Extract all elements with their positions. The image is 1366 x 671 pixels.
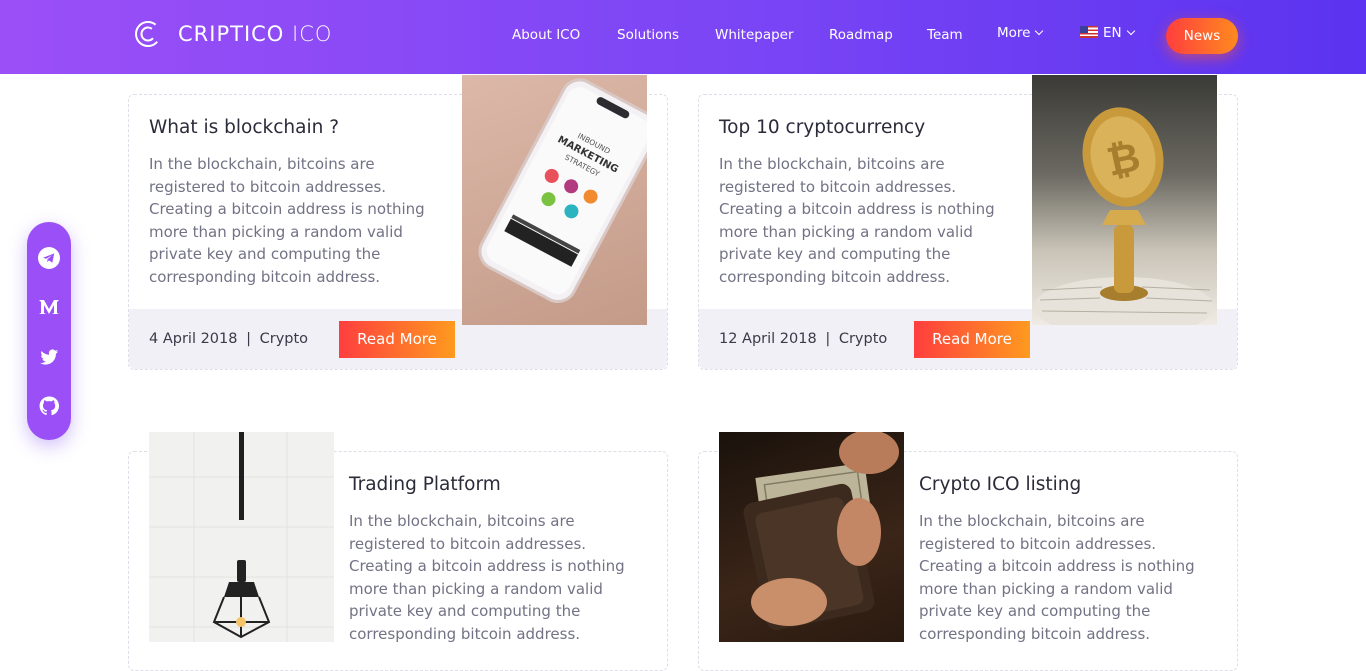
us-flag-icon <box>1080 26 1098 38</box>
nav-about-ico[interactable]: About ICO <box>512 27 580 43</box>
brand-name-bold: CRIPTICO <box>178 22 285 46</box>
post-title[interactable]: Top 10 cryptocurrency <box>719 117 925 138</box>
bitcoin-coin-image: ₿ <box>1034 107 1214 325</box>
post-image-wallet[interactable] <box>719 432 904 642</box>
social-sidebar <box>27 222 71 440</box>
post-date: 4 April 2018 <box>149 331 238 347</box>
post-date: 12 April 2018 <box>719 331 817 347</box>
post-excerpt: In the blockchain, bitcoins are register… <box>349 512 625 643</box>
post-image-bitcoin[interactable]: ₿ <box>1032 75 1217 325</box>
twitter-icon[interactable] <box>38 346 60 368</box>
post-image-phone[interactable]: INBOUND MARKETING STRATEGY <box>462 75 647 325</box>
telegram-icon[interactable] <box>38 247 60 269</box>
nav-solutions[interactable]: Solutions <box>617 27 679 43</box>
post-excerpt: In the blockchain, bitcoins are register… <box>149 155 425 286</box>
site-header: CRIPTICO ICO About ICO Solutions Whitepa… <box>0 0 1366 74</box>
language-selector[interactable]: EN <box>1080 25 1135 41</box>
nav-more-dropdown[interactable]: More <box>997 25 1044 41</box>
wallet-image <box>743 432 899 631</box>
post-category[interactable]: Crypto <box>839 331 887 347</box>
github-icon[interactable] <box>38 395 60 417</box>
chevron-down-icon <box>1035 26 1044 36</box>
meta-separator: | <box>825 331 831 347</box>
read-more-button[interactable]: Read More <box>339 321 455 358</box>
news-button[interactable]: News <box>1166 18 1238 54</box>
criptico-logo-icon <box>135 21 161 47</box>
brand-name: CRIPTICO ICO <box>178 22 332 46</box>
medium-icon[interactable] <box>38 296 60 318</box>
nav-more-label: More <box>997 25 1031 41</box>
read-more-button[interactable]: Read More <box>914 321 1030 358</box>
meta-separator: | <box>246 331 251 347</box>
post-meta: 12 April 2018 | Crypto <box>719 331 887 347</box>
post-meta: 4 April 2018 | Crypto <box>149 331 308 347</box>
pendant-lamp-image <box>149 432 334 642</box>
brand-name-light: ICO <box>292 22 333 46</box>
nav-roadmap[interactable]: Roadmap <box>829 27 893 43</box>
post-image-lamp[interactable] <box>149 432 334 642</box>
post-excerpt: In the blockchain, bitcoins are register… <box>719 155 995 286</box>
post-excerpt: In the blockchain, bitcoins are register… <box>919 512 1195 643</box>
chevron-down-icon <box>1126 26 1135 36</box>
brand-logo[interactable]: CRIPTICO ICO <box>134 20 332 48</box>
language-label: EN <box>1103 25 1122 41</box>
post-title[interactable]: What is blockchain ? <box>149 117 339 138</box>
smartphone-image: INBOUND MARKETING STRATEGY <box>478 78 647 303</box>
post-category[interactable]: Crypto <box>260 331 308 347</box>
nav-whitepaper[interactable]: Whitepaper <box>715 27 794 43</box>
nav-team[interactable]: Team <box>927 27 963 43</box>
post-title[interactable]: Trading Platform <box>349 474 501 495</box>
post-title[interactable]: Crypto ICO listing <box>919 474 1081 495</box>
